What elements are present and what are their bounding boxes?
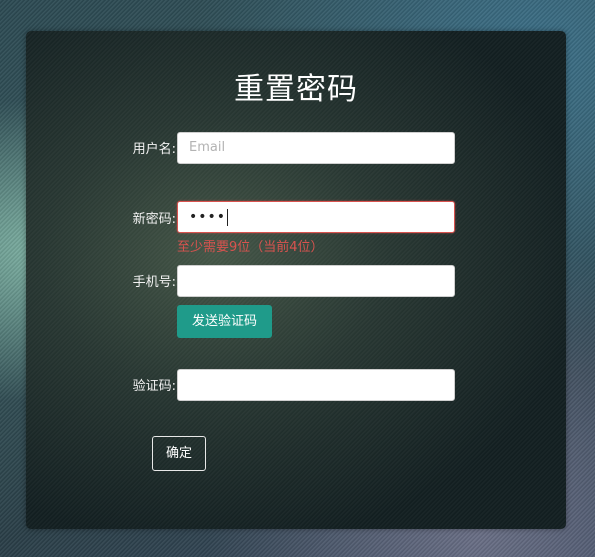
new-password-label: 新密码:	[132, 212, 176, 227]
send-code-button[interactable]: 发送验证码	[177, 305, 272, 338]
phone-label: 手机号:	[132, 275, 176, 290]
page-title: 重置密码	[234, 72, 358, 107]
confirm-button[interactable]: 确定	[152, 436, 206, 471]
code-input[interactable]	[177, 369, 455, 401]
new-password-input[interactable]: ••••	[177, 201, 455, 233]
code-label: 验证码:	[132, 379, 176, 394]
phone-input[interactable]	[177, 265, 455, 297]
reset-password-panel: 重置密码 用户名: Email 新密码: •••• 至少需要9位（当前4位） 手…	[26, 31, 566, 529]
text-caret	[227, 209, 229, 226]
password-error-message: 至少需要9位（当前4位）	[177, 240, 324, 255]
username-label: 用户名:	[132, 142, 176, 157]
password-mask: ••••	[189, 209, 227, 225]
username-input[interactable]: Email	[177, 132, 455, 164]
